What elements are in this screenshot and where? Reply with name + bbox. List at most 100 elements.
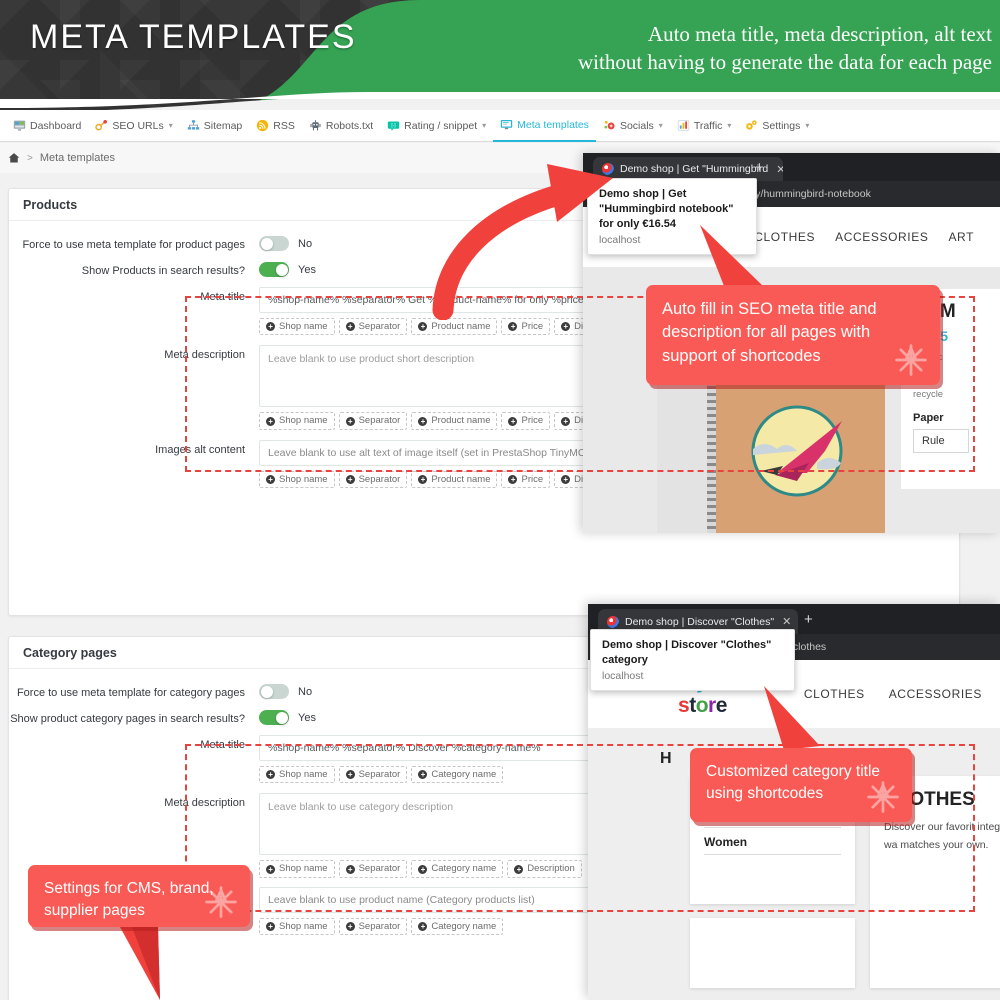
nav-item-socials[interactable]: Socials ▾: [596, 110, 670, 142]
plus-icon: +: [345, 474, 355, 484]
close-icon[interactable]: ✕: [782, 615, 791, 628]
product-attribute-label: Paper: [913, 411, 944, 424]
chip-label: Separator: [358, 769, 401, 780]
shortcode-chip[interactable]: + Product name: [411, 470, 498, 489]
nav-item-rss[interactable]: RSS: [249, 110, 302, 142]
store-nav-item[interactable]: ACCESSORIES: [835, 230, 928, 244]
breadcrumb-current: Meta templates: [39, 152, 116, 164]
shortcode-chip[interactable]: + Product name: [411, 412, 498, 430]
shortcode-chip[interactable]: + Category name: [411, 917, 504, 936]
nav-item-rating-snippet[interactable]: [-] Rating / snippet ▾: [380, 110, 493, 142]
shortcode-chip[interactable]: + Separator: [338, 860, 408, 878]
chip-label: Product name: [431, 473, 491, 485]
nav-item-sitemap[interactable]: Sitemap: [180, 110, 250, 142]
favicon-icon: [607, 615, 619, 628]
home-icon[interactable]: [8, 152, 20, 164]
product-alt-label: Images alt content: [155, 443, 245, 456]
toggle-knob: [260, 237, 273, 250]
chip-label: Shop name: [279, 769, 328, 780]
toggle-knob: [260, 685, 273, 698]
callout-category: Customized category title using shortcod…: [690, 748, 912, 822]
shortcode-chip[interactable]: + Separator: [338, 766, 408, 784]
callout-text: Customized category title using shortcod…: [706, 763, 881, 802]
shortcode-chip[interactable]: + Description: [507, 860, 582, 878]
shortcode-chip[interactable]: + Price: [501, 470, 551, 489]
force-category-value: No: [298, 685, 313, 698]
category-filter-card-2: [690, 918, 855, 988]
category-meta-desc-label: Meta description: [164, 797, 245, 810]
nav-item-robots[interactable]: Robots.txt: [302, 110, 380, 142]
chevron-down-icon: ▾: [482, 121, 487, 130]
chip-label: Price: [521, 321, 544, 332]
plus-icon: +: [418, 921, 428, 931]
plus-icon: +: [266, 770, 275, 780]
nav-label: RSS: [273, 119, 295, 132]
chevron-down-icon: ▾: [805, 121, 810, 130]
store-nav-item[interactable]: ART: [948, 230, 974, 244]
plus-icon: +: [266, 322, 275, 332]
socials-icon: [604, 120, 615, 130]
plus-icon[interactable]: +: [755, 159, 764, 176]
chevron-down-icon: ▾: [168, 121, 173, 130]
chip-label: Shop name: [279, 415, 328, 427]
banner-tagline-line2: without having to generate the data for …: [578, 50, 992, 75]
chip-label: Shop name: [279, 321, 328, 332]
shortcode-chip[interactable]: + Separator: [338, 318, 408, 336]
show-category-toggle[interactable]: [259, 710, 289, 725]
nav-item-traffic[interactable]: Traffic ▾: [670, 110, 739, 142]
nav-item-meta-templates[interactable]: Meta templates: [493, 110, 596, 142]
shortcode-chip[interactable]: + Shop name: [259, 860, 335, 878]
shortcode-chip[interactable]: + Product name: [411, 318, 498, 336]
sitemap-icon: [187, 120, 199, 130]
shortcode-chip[interactable]: + Category name: [411, 860, 504, 878]
chip-label: Category name: [431, 863, 497, 875]
category-tab-tooltip: Demo shop | Discover "Clothes" category …: [590, 629, 795, 691]
chip-label: Shop name: [279, 920, 328, 932]
product-attribute-select[interactable]: Rule: [913, 428, 969, 453]
force-product-toggle[interactable]: [259, 236, 289, 251]
nav-item-settings[interactable]: Settings ▾: [738, 110, 816, 142]
plus-icon: +: [561, 416, 571, 426]
plus-icon: +: [345, 322, 355, 332]
nav-item-dashboard[interactable]: Dashboard: [6, 110, 88, 142]
shortcode-chip[interactable]: + Shop name: [259, 318, 335, 336]
chip-label: Product name: [431, 415, 491, 427]
banner-tagline-line1: Auto meta title, meta description, alt t…: [647, 22, 992, 46]
nav-label: Traffic: [693, 119, 723, 132]
chevron-down-icon: ▾: [658, 121, 663, 130]
shortcode-chip[interactable]: + Shop name: [259, 470, 335, 489]
plus-icon: +: [418, 864, 428, 874]
product-meta-title-label: Meta title: [200, 291, 245, 303]
nav-item-seo-urls[interactable]: SEO URLs ▾: [88, 110, 179, 142]
top-navigation: Dashboard SEO URLs ▾ Sitemap RSS Robots.…: [0, 110, 1000, 142]
plus-icon[interactable]: +: [804, 611, 813, 628]
rss-icon: [257, 119, 269, 132]
snippet-icon: [-]: [387, 121, 400, 131]
category-link-women[interactable]: Women: [704, 828, 841, 855]
plus-icon: +: [266, 474, 275, 484]
shortcode-chip[interactable]: + Price: [501, 318, 551, 336]
force-category-toggle[interactable]: [259, 684, 289, 699]
shortcode-chip[interactable]: + Shop name: [259, 766, 335, 784]
show-product-toggle[interactable]: [259, 262, 289, 277]
shortcode-chip[interactable]: + Separator: [338, 470, 408, 489]
plus-icon: +: [345, 416, 355, 426]
shortcode-chip[interactable]: + Price: [501, 412, 551, 430]
show-category-value: Yes: [298, 711, 316, 724]
shortcode-chip[interactable]: + Separator: [338, 412, 408, 430]
show-category-label: Show product category pages in search re…: [10, 713, 245, 725]
plus-icon: +: [514, 864, 524, 874]
chip-label: Description: [527, 863, 575, 875]
shortcode-chip[interactable]: + Category name: [411, 766, 504, 784]
close-icon[interactable]: ✕: [776, 163, 783, 176]
shortcode-chip[interactable]: + Shop name: [259, 412, 335, 430]
plus-icon: +: [266, 864, 275, 874]
shortcode-chip[interactable]: + Separator: [338, 917, 408, 936]
chip-label: Category name: [431, 769, 497, 780]
chip-label: Category name: [431, 920, 497, 932]
browser-chrome: Demo shop | Get "Hummingbird ✕ +: [583, 153, 1000, 181]
tooltip-host: localhost: [602, 669, 644, 682]
shortcode-chip[interactable]: + Shop name: [259, 917, 335, 936]
store-nav-item[interactable]: ACCESSORIES: [889, 687, 982, 701]
dashboard-icon: [13, 120, 26, 131]
